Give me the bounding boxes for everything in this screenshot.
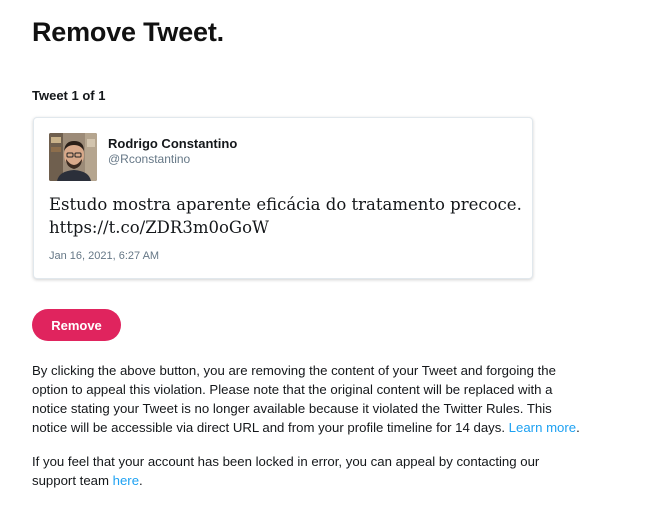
appeal-line-last: support team here.: [32, 471, 632, 490]
remove-button[interactable]: Remove: [32, 309, 121, 341]
tweet-counter: Tweet 1 of 1: [32, 88, 106, 103]
notice-line: option to appeal this violation. Please …: [32, 382, 553, 397]
tweet-author-handle: @Rconstantino: [108, 152, 191, 166]
notice-line: By clicking the above button, you are re…: [32, 363, 556, 378]
notice-line: notice stating your Tweet is no longer a…: [32, 401, 552, 416]
tweet-text-line: Estudo mostra aparente eficácia do trata…: [49, 195, 522, 214]
learn-more-suffix: .: [576, 420, 580, 435]
tweet-author-name: Rodrigo Constantino: [108, 136, 238, 151]
appeal-notice: If you feel that your account has been l…: [32, 452, 632, 490]
appeal-line: If you feel that your account has been l…: [32, 454, 540, 469]
removal-notice: By clicking the above button, you are re…: [32, 361, 632, 437]
here-link[interactable]: here: [113, 473, 139, 488]
tweet-text-line: https://t.co/ZDR3m0oGoW: [49, 218, 269, 237]
notice-line-text: notice will be accessible via direct URL…: [32, 420, 509, 435]
learn-more-link[interactable]: Learn more: [509, 420, 576, 435]
user-avatar-photo-icon: [49, 133, 97, 181]
page-title: Remove Tweet.: [32, 17, 224, 47]
notice-line-last: notice will be accessible via direct URL…: [32, 418, 632, 437]
avatar-image: [49, 133, 97, 181]
tweet-text: Estudo mostra aparente eficácia do trata…: [49, 193, 522, 239]
tweet-timestamp: Jan 16, 2021, 6:27 AM: [49, 250, 160, 262]
appeal-suffix: .: [139, 473, 143, 488]
appeal-prefix: support team: [32, 473, 113, 488]
tweet-card: Rodrigo Constantino @Rconstantino Estudo…: [33, 117, 533, 279]
